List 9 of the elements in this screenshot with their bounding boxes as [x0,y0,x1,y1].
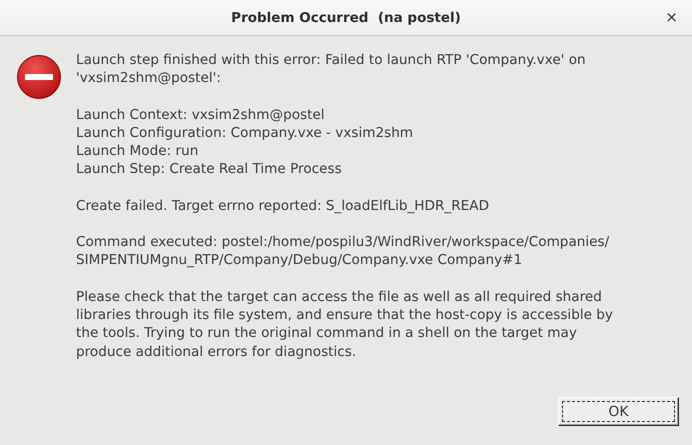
message-paragraph: Launch Context: vxsim2shm@postel Launch Configuration: Company.vxe - vxsim2shm Launch Mode: run Launch Step: Create Real Time Process [76,106,414,179]
error-icon [16,54,62,100]
message-paragraph: Launch step finished with this error: Failed to launch RTP 'Company.vxe' on 'vxsim2shm@postel': [76,51,587,88]
close-button[interactable]: × [661,8,682,26]
message-paragraph: Create failed. Target errno reported: S_loadElfLib_HDR_READ [76,196,490,216]
window-title: Problem Occurred (na postel) [231,10,461,26]
message-paragraph: Command executed: postel:/home/pospilu3/WindRiver/workspace/Companies/ SIMPENTIUMgnu_RTP/Company/Debug/Company.vxe Company#1 [76,233,610,270]
ok-button[interactable]: OK [558,397,679,426]
message-paragraph: Please check that the target can access the file as well as all required shared libraries through its file system, and ensure that the host-copy is accessible by the tools. Trying to run the original command in a shell on the target may produce additional errors for diagnostics. [76,288,613,361]
